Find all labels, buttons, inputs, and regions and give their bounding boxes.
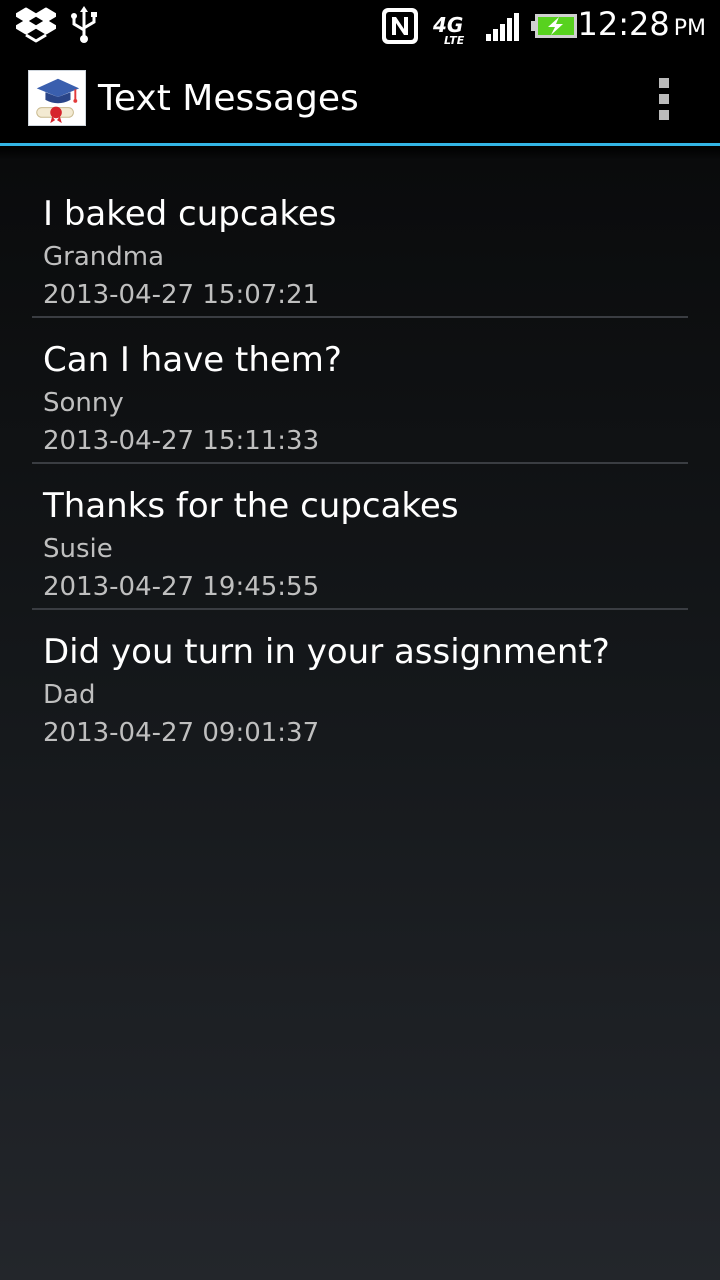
nfc-icon bbox=[382, 8, 418, 44]
message-text: Thanks for the cupcakes bbox=[43, 486, 459, 526]
dropbox-icon bbox=[16, 7, 56, 43]
message-list: I baked cupcakes Grandma 2013-04-27 15:0… bbox=[32, 172, 688, 756]
signal-icon bbox=[486, 13, 519, 41]
list-item[interactable]: Did you turn in your assignment? Dad 201… bbox=[32, 610, 688, 756]
message-timestamp: 2013-04-27 19:45:55 bbox=[43, 572, 320, 602]
usb-icon bbox=[71, 6, 97, 43]
list-item[interactable]: Thanks for the cupcakes Susie 2013-04-27… bbox=[32, 464, 688, 610]
list-item[interactable]: Can I have them? Sonny 2013-04-27 15:11:… bbox=[32, 318, 688, 464]
message-sender: Sonny bbox=[43, 388, 124, 418]
network-sub-label: LTE bbox=[444, 34, 465, 46]
message-timestamp: 2013-04-27 15:11:33 bbox=[43, 426, 320, 456]
battery-charging-icon bbox=[531, 14, 577, 38]
message-sender: Dad bbox=[43, 680, 96, 710]
overflow-dot bbox=[659, 94, 669, 104]
message-text: I baked cupcakes bbox=[43, 194, 337, 234]
overflow-dot bbox=[659, 110, 669, 120]
status-bar: 4G LTE 12:28 PM bbox=[0, 0, 720, 50]
graduation-cap-diploma-icon[interactable] bbox=[28, 70, 86, 126]
message-text: Can I have them? bbox=[43, 340, 342, 380]
clock-ampm: PM bbox=[673, 16, 706, 41]
status-clock: 12:28 PM bbox=[578, 4, 706, 49]
message-sender: Grandma bbox=[43, 242, 165, 272]
message-text: Did you turn in your assignment? bbox=[43, 632, 610, 672]
message-timestamp: 2013-04-27 15:07:21 bbox=[43, 280, 320, 310]
message-sender: Susie bbox=[43, 534, 113, 564]
overflow-dot bbox=[659, 78, 669, 88]
list-item[interactable]: I baked cupcakes Grandma 2013-04-27 15:0… bbox=[32, 172, 688, 318]
overflow-menu-icon[interactable] bbox=[648, 72, 680, 126]
action-bar: Text Messages bbox=[0, 50, 720, 146]
message-timestamp: 2013-04-27 09:01:37 bbox=[43, 718, 320, 748]
page-title: Text Messages bbox=[98, 78, 359, 119]
network-4g-lte-icon: 4G LTE bbox=[432, 13, 465, 46]
clock-time: 12:28 bbox=[577, 5, 670, 43]
